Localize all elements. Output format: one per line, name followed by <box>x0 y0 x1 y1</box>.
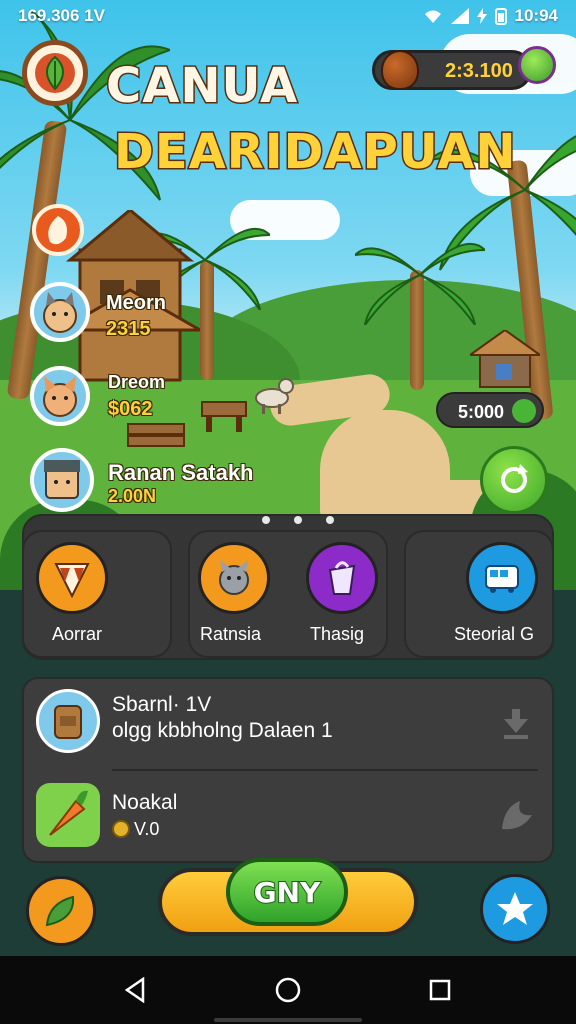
refresh-button[interactable] <box>480 446 548 514</box>
hut <box>470 330 540 388</box>
wifi-icon <box>424 10 441 23</box>
star-icon <box>497 892 533 925</box>
character-avatar-meorn[interactable] <box>30 282 90 342</box>
back-icon <box>124 977 145 1003</box>
signal-icon <box>450 8 469 24</box>
bench <box>201 401 247 432</box>
carousel-indicator <box>262 516 334 524</box>
bean-button[interactable] <box>26 876 96 946</box>
category-icon-button[interactable] <box>466 542 538 614</box>
backpack-icon <box>36 689 100 753</box>
home-indicator <box>214 1018 362 1022</box>
bus-icon <box>485 565 519 593</box>
item-list: Sbarnl· 1V olgg kbbholng Dalaen 1 Noakal… <box>22 677 554 863</box>
currency-counter[interactable]: 2:3.100 <box>372 50 532 90</box>
leaf-icon <box>512 399 536 423</box>
carrot-graphic <box>49 790 88 836</box>
carousel-dot[interactable] <box>262 516 270 524</box>
list-item-subtitle: olgg kbbholng Dalaen 1 <box>112 719 333 742</box>
bean-icon <box>45 895 75 927</box>
category-icon-button[interactable] <box>36 542 108 614</box>
star-button[interactable] <box>480 874 550 944</box>
character-name: Dreom <box>108 372 166 392</box>
list-item-title: Noakal <box>112 791 178 814</box>
download-icon[interactable] <box>498 705 534 741</box>
acorn-icon <box>381 50 419 90</box>
carrot-icon <box>36 783 100 847</box>
nav-home-button[interactable] <box>264 966 312 1014</box>
character-value: 2.00N <box>108 486 157 506</box>
category-icon-button[interactable] <box>306 542 378 614</box>
home-icon <box>275 977 301 1003</box>
data-icon <box>476 8 487 24</box>
category-label: Aorrar <box>52 624 103 644</box>
character-value: $062 <box>108 398 153 420</box>
fox-face-icon <box>43 376 77 417</box>
category-label: Ratnsia <box>200 624 262 644</box>
category-label: Thasig <box>310 624 365 644</box>
system-nav-bar <box>0 956 576 1024</box>
game-title-line1: CANUA <box>104 57 299 116</box>
character-avatar-ranan[interactable] <box>30 448 94 512</box>
category-label: Steorial G <box>454 624 535 644</box>
go-button-label: GNY <box>253 875 322 910</box>
character-name: Meorn <box>106 292 166 314</box>
resource-counter[interactable]: 5:000 <box>436 392 544 428</box>
status-left-text: 169.306 1V <box>18 6 105 25</box>
go-button[interactable]: GNY <box>226 858 348 926</box>
status-time: 10:94 <box>514 6 558 25</box>
character-name: Ranan Satakh <box>108 460 254 485</box>
cat-icon <box>219 560 249 595</box>
food-button[interactable] <box>32 204 84 256</box>
recents-icon <box>429 979 451 1001</box>
list-item-price: V.0 <box>134 819 160 839</box>
list-item-title: Sbarnl· 1V <box>112 693 212 716</box>
cat-face-icon <box>43 292 77 333</box>
leaf-logo-icon <box>35 53 75 93</box>
status-icons: 10:94 <box>423 6 558 26</box>
list-item-subtitle: V.0 <box>112 819 159 840</box>
list-item[interactable]: Noakal V.0 <box>24 771 552 861</box>
list-item[interactable]: Sbarnl· 1V olgg kbbholng Dalaen 1 <box>24 679 552 769</box>
logs <box>127 423 185 447</box>
currency-value: 2:3.100 <box>445 60 513 82</box>
battery-icon <box>494 8 507 25</box>
refresh-icon <box>501 464 528 493</box>
game-title-line2: DEARIDAPUAN <box>113 123 518 182</box>
character-avatar-dreom[interactable] <box>30 366 90 426</box>
fox-mask-icon <box>54 563 90 599</box>
carousel-dot[interactable] <box>326 516 334 524</box>
backpack-graphic <box>54 705 82 739</box>
bag-icon <box>328 561 356 595</box>
goat <box>255 378 294 414</box>
category-icon-button[interactable] <box>198 542 270 614</box>
leaf-action-icon[interactable] <box>498 797 534 833</box>
resource-value: 5:000 <box>458 402 505 422</box>
nav-back-button[interactable] <box>112 966 160 1014</box>
robot-face-icon <box>44 460 80 499</box>
status-bar: 169.306 1V 10:94 <box>0 0 576 32</box>
coin-icon <box>112 820 130 838</box>
food-icon <box>48 216 67 245</box>
character-value: 2315 <box>106 318 151 340</box>
logo-badge[interactable] <box>22 40 88 106</box>
carousel-dot[interactable] <box>294 516 302 524</box>
gem-icon[interactable] <box>518 46 556 84</box>
nav-recents-button[interactable] <box>416 966 464 1014</box>
palm-leaves <box>355 242 485 325</box>
